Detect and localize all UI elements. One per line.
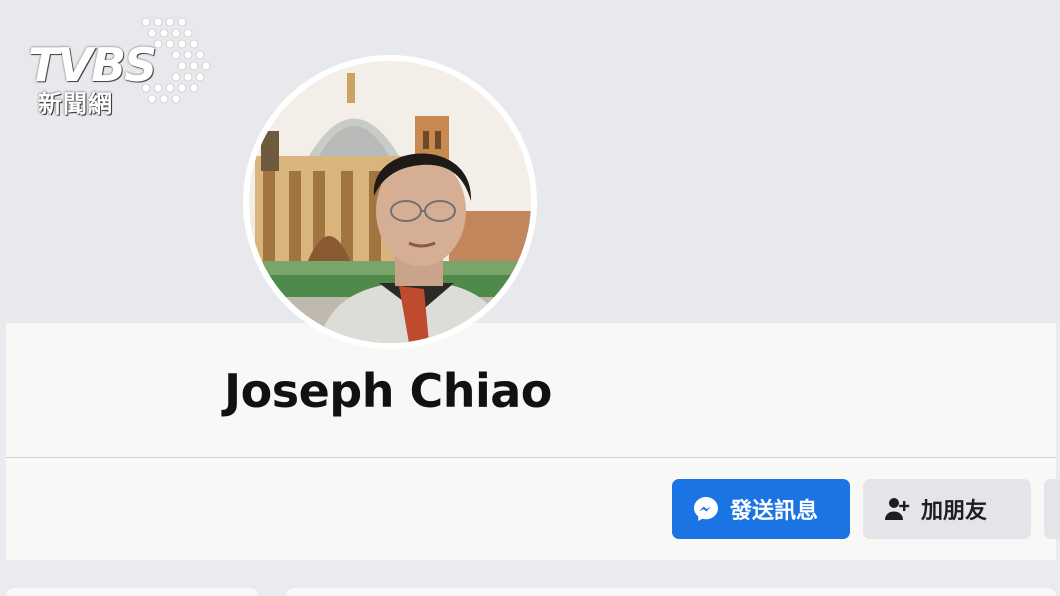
profile-card: Joseph Chiao 發送訊息 加朋友 xyxy=(6,323,1060,560)
add-friend-icon xyxy=(885,498,910,520)
avatar-photo xyxy=(249,61,531,343)
avatar-illustration xyxy=(249,61,531,343)
add-friend-button[interactable]: 加朋友 xyxy=(863,479,1031,539)
bottom-panel-left xyxy=(6,588,258,596)
profile-avatar[interactable] xyxy=(243,55,537,349)
bottom-panel-right xyxy=(286,588,1056,596)
divider xyxy=(6,457,1056,458)
tvbs-watermark: TVBS 新聞網 xyxy=(28,14,212,118)
watermark-subtitle: 新聞網 xyxy=(38,90,113,118)
more-options-button[interactable] xyxy=(1044,479,1060,539)
send-message-button[interactable]: 發送訊息 xyxy=(672,479,850,539)
profile-name[interactable]: Joseph Chiao xyxy=(224,364,552,418)
send-message-label: 發送訊息 xyxy=(730,499,819,524)
add-friend-label: 加朋友 xyxy=(921,499,988,524)
messenger-icon xyxy=(694,497,718,521)
